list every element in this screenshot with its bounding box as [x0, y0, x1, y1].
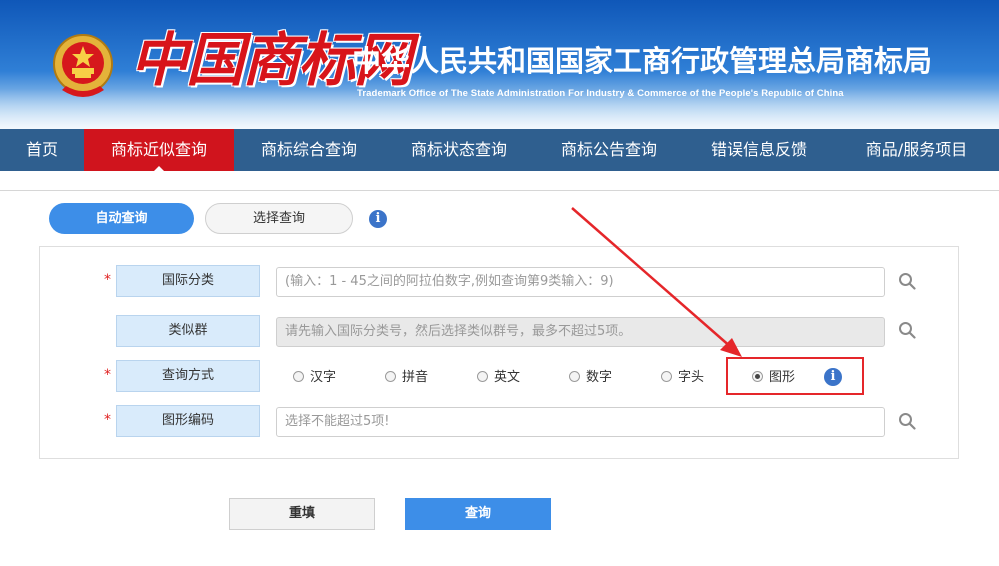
nav-item-comprehensive-search[interactable]: 商标综合查询 — [234, 129, 384, 171]
site-header: 中国商标网 中华人民共和国国家工商行政管理总局商标局 Trademark Off… — [0, 0, 999, 129]
org-name-cn: 中华人民共和国国家工商行政管理总局商标局 — [352, 44, 933, 78]
active-caret-icon — [154, 166, 164, 171]
nav-item-status-search[interactable]: 商标状态查询 — [384, 129, 534, 171]
intl-class-label: 国际分类 — [116, 265, 260, 297]
search-icon[interactable] — [898, 321, 916, 339]
nav-item-goods-services[interactable]: 商品/服务项目 — [834, 129, 999, 171]
annotation-highlight-box — [726, 357, 864, 395]
required-mark: * — [104, 367, 111, 383]
radio-dot — [385, 371, 396, 382]
nav-item-error-feedback[interactable]: 错误信息反馈 — [684, 129, 834, 171]
main-nav: 首页 商标近似查询 商标综合查询 商标状态查询 商标公告查询 错误信息反馈 商品… — [0, 129, 999, 171]
radio-dot — [293, 371, 304, 382]
query-method-label: 查询方式 — [116, 360, 260, 392]
info-icon[interactable]: i — [369, 210, 387, 228]
search-icon[interactable] — [898, 412, 916, 430]
required-mark: * — [104, 272, 111, 288]
radio-english[interactable]: 英文 — [477, 369, 520, 387]
national-emblem-icon — [53, 34, 113, 97]
nav-item-home[interactable]: 首页 — [0, 129, 84, 171]
required-mark: * — [104, 412, 111, 428]
query-button[interactable]: 查询 — [405, 498, 551, 530]
radio-pinyin[interactable]: 拼音 — [385, 369, 428, 387]
figure-code-input[interactable]: 选择不能超过5项! — [276, 407, 885, 437]
similar-group-label: 类似群 — [116, 315, 260, 347]
nav-item-announcement-search[interactable]: 商标公告查询 — [534, 129, 684, 171]
radio-dot — [661, 371, 672, 382]
radio-dot — [477, 371, 488, 382]
org-name-en: Trademark Office of The State Administra… — [357, 88, 844, 99]
figure-code-label: 图形编码 — [116, 405, 260, 437]
similar-group-input[interactable]: 请先输入国际分类号，然后选择类似群号，最多不超过5项。 — [276, 317, 885, 347]
tab-auto-search[interactable]: 自动查询 — [49, 203, 194, 234]
radio-number[interactable]: 数字 — [569, 369, 612, 387]
nav-item-similar-search[interactable]: 商标近似查询 — [84, 129, 234, 171]
divider — [0, 190, 999, 191]
intl-class-input[interactable]: (输入：1 - 45之间的阿拉伯数字,例如查询第9类输入：9) — [276, 267, 885, 297]
reset-button[interactable]: 重填 — [229, 498, 375, 530]
search-icon[interactable] — [898, 272, 916, 290]
tab-select-search[interactable]: 选择查询 — [205, 203, 353, 234]
radio-dot — [569, 371, 580, 382]
radio-initials[interactable]: 字头 — [661, 369, 704, 387]
radio-chinese[interactable]: 汉字 — [293, 369, 336, 387]
